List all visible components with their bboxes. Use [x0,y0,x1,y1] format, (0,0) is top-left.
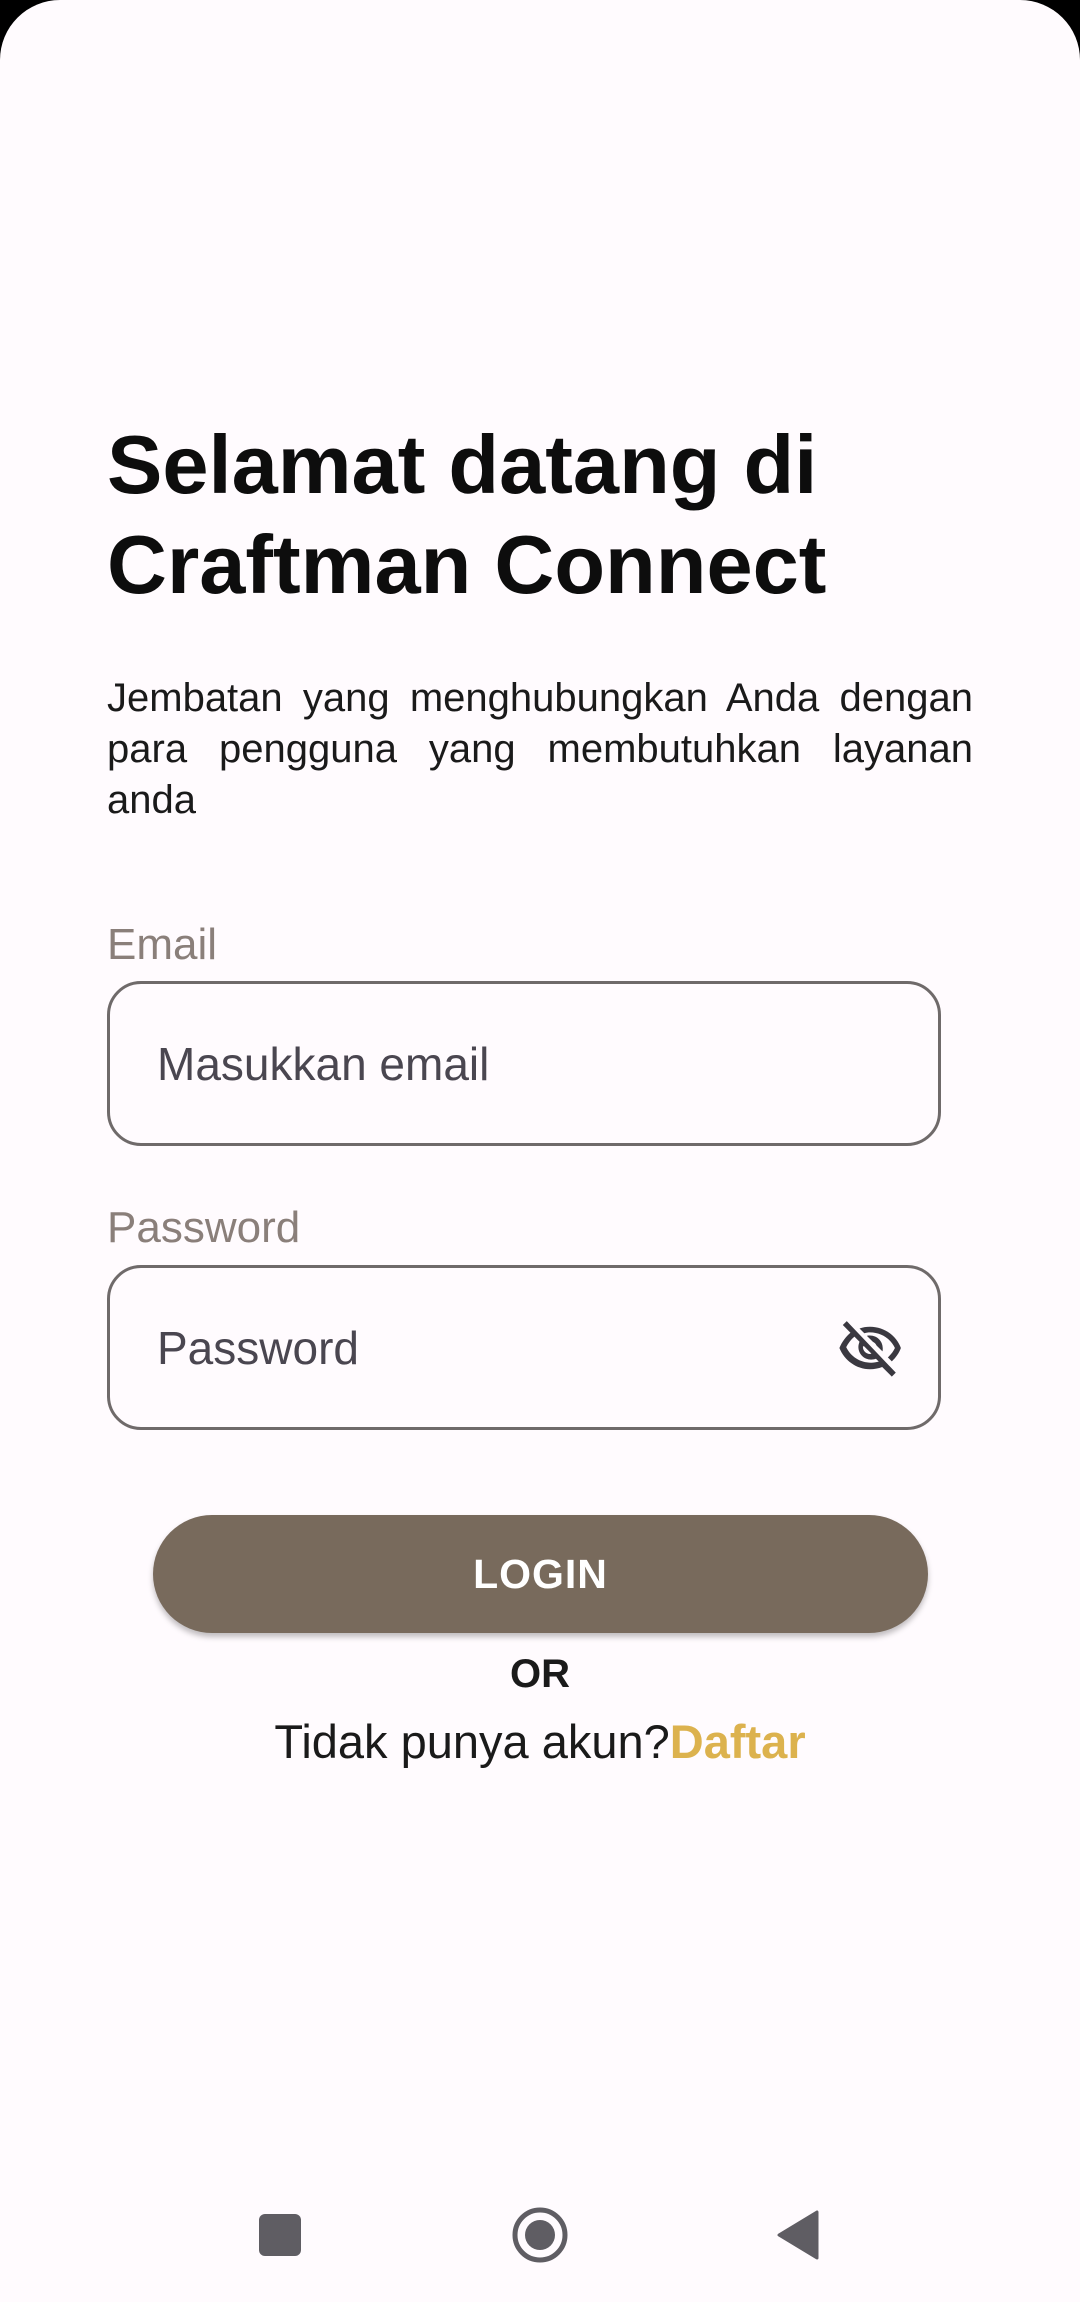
password-label: Password [107,1203,301,1252]
eye-off-icon[interactable] [836,1314,904,1382]
email-field-container[interactable] [107,981,941,1146]
login-button[interactable]: LOGIN [153,1515,928,1633]
password-field[interactable] [157,1268,857,1427]
title-line-2: Craftman Connect [107,518,827,611]
email-label: Email [107,920,218,969]
home-circle-icon[interactable] [485,2180,595,2290]
email-field[interactable] [157,984,857,1143]
title-line-1: Selamat datang di [107,418,818,511]
page-title: Selamat datang di Craftman Connect [107,415,987,615]
register-link[interactable]: Daftar [670,1715,806,1768]
login-screen: Selamat datang di Craftman Connect Jemba… [0,0,1080,2302]
recents-square-icon[interactable] [225,2180,335,2290]
register-prompt: Tidak punya akun?Daftar [0,1714,1080,1769]
back-triangle-icon[interactable] [743,2180,853,2290]
page-subtitle: Jembatan yang menghubungkan Anda dengan … [107,676,973,822]
register-prompt-text: Tidak punya akun? [274,1715,670,1768]
system-navbar [0,2180,1080,2302]
or-divider: OR [510,1652,570,1696]
password-field-container[interactable] [107,1265,941,1430]
